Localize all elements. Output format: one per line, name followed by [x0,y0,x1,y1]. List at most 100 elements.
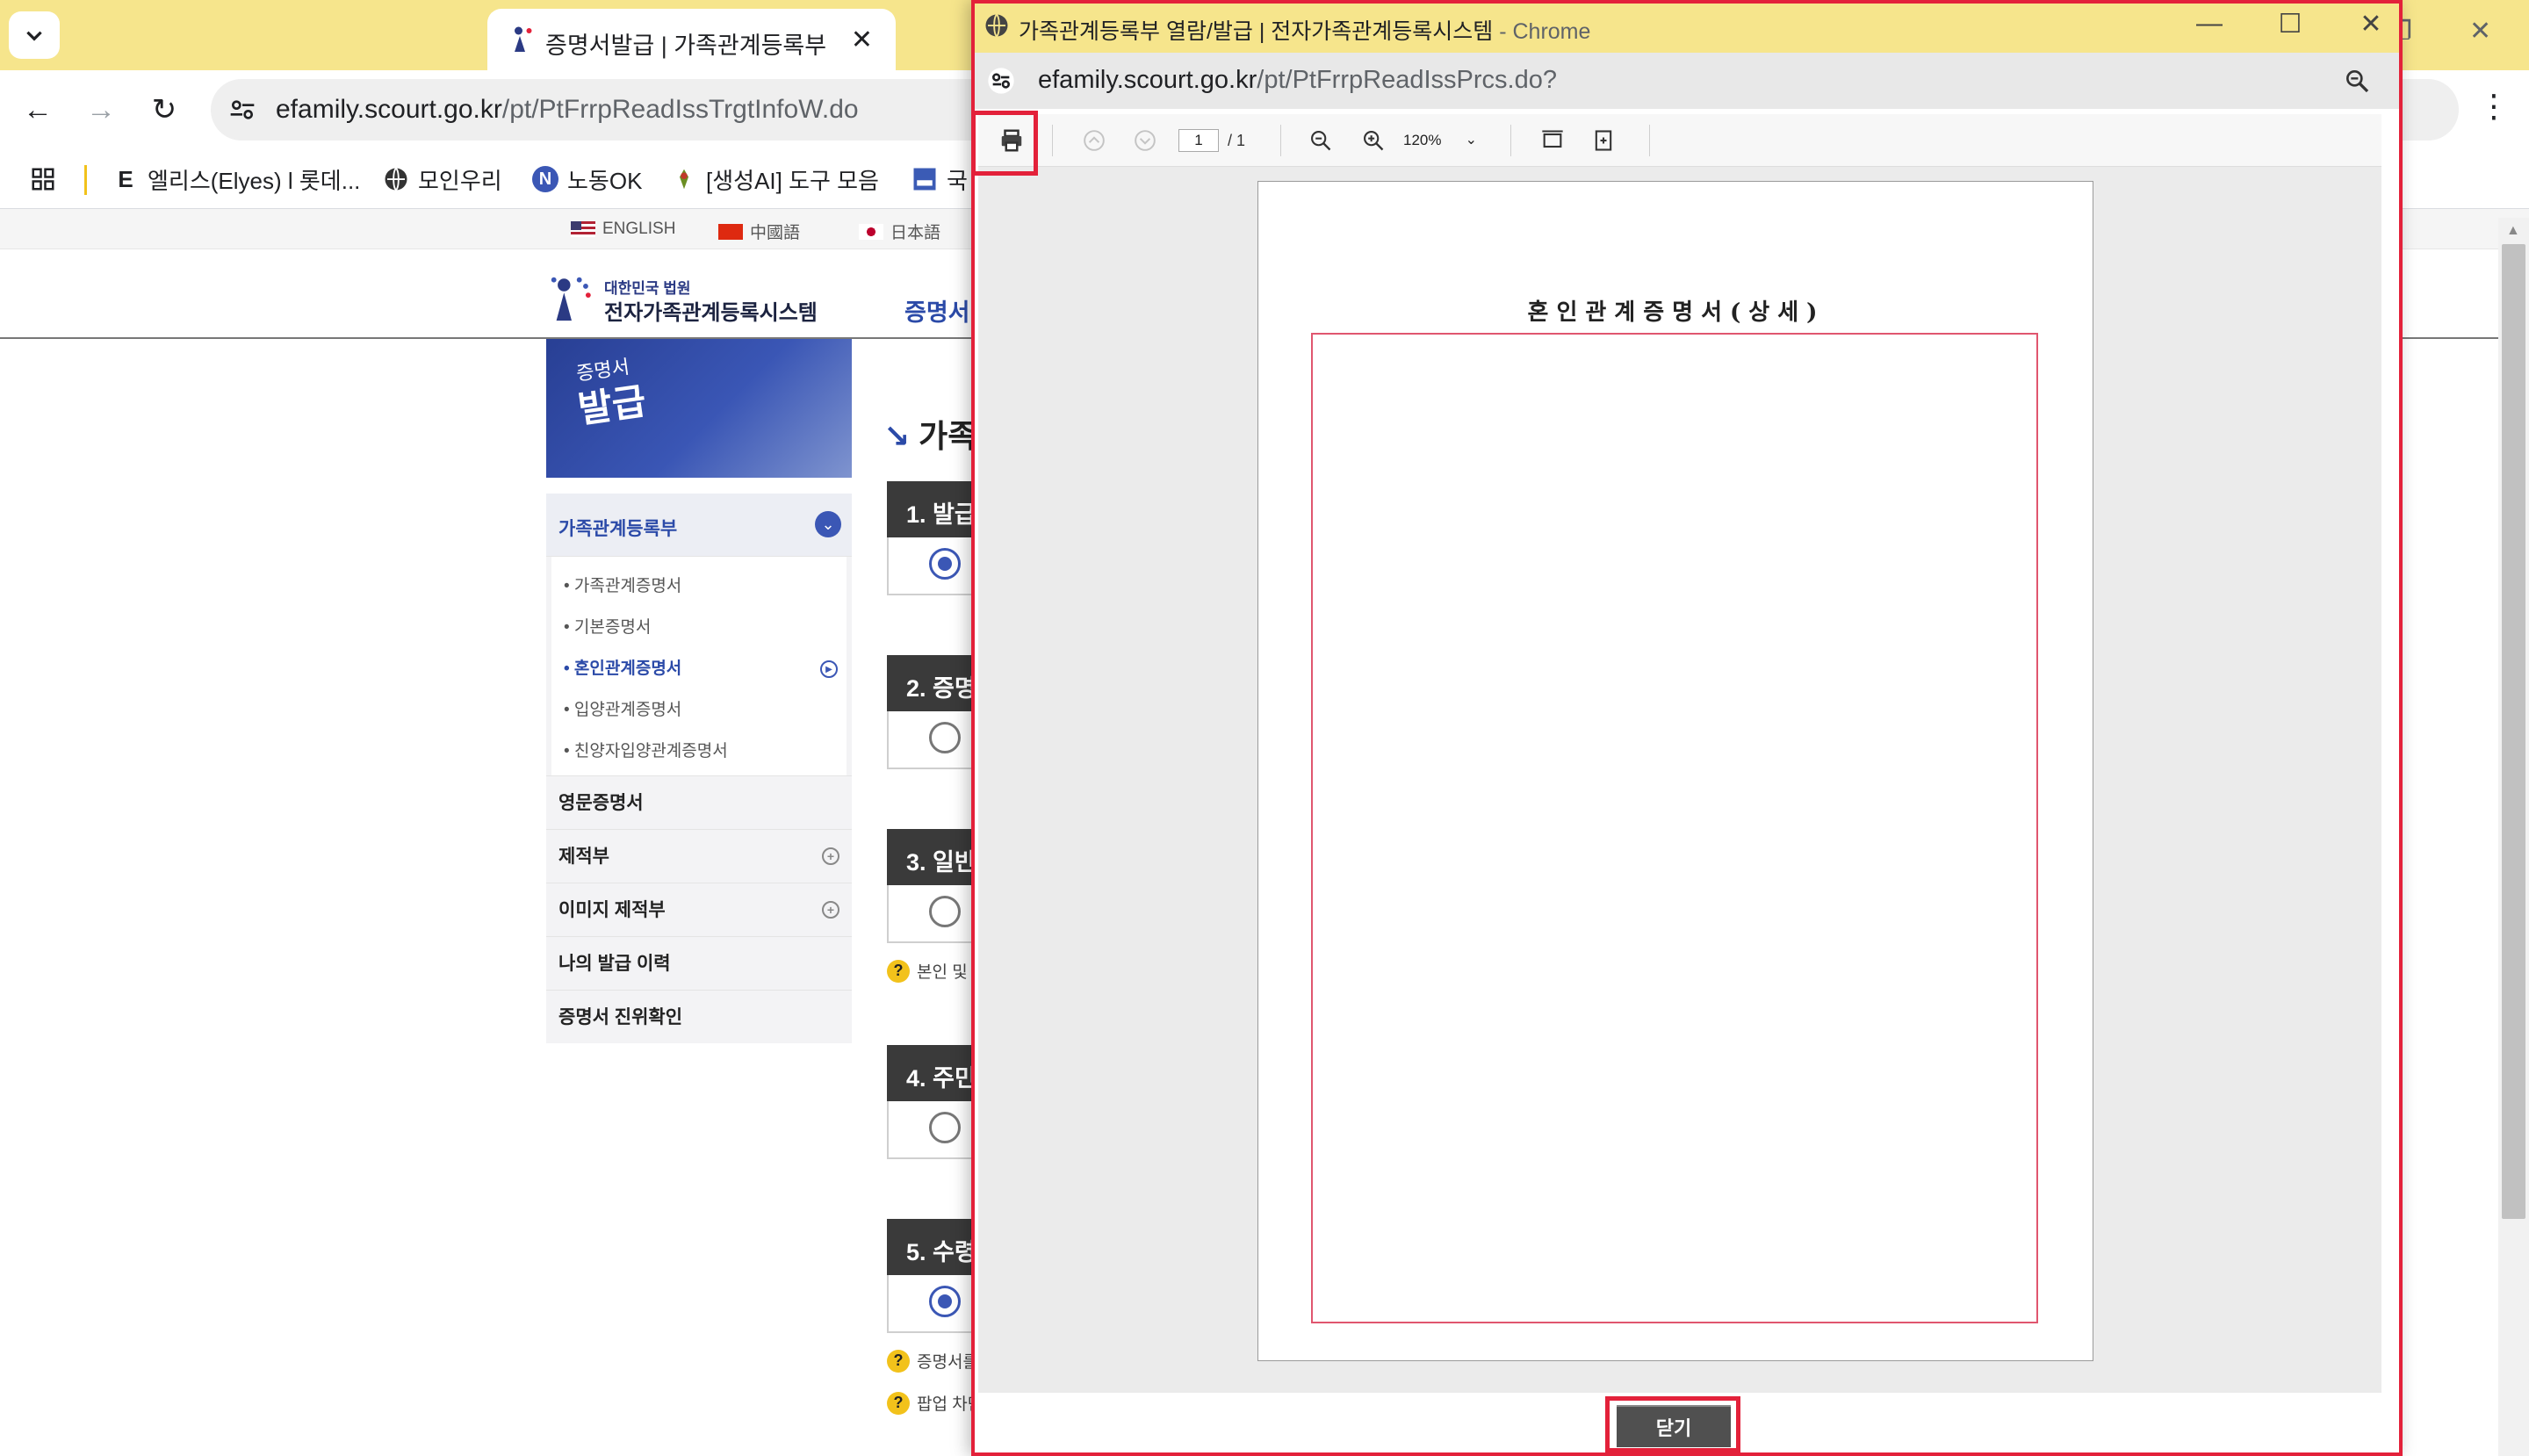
scrollbar-thumb[interactable] [2502,244,2525,1219]
certificate-banner: 증명서 발급 [546,339,852,478]
globe-icon [385,167,407,191]
chevron-down-icon: ⌄ [1465,133,1477,148]
court-emblem-icon [551,277,591,321]
popup-close-icon[interactable]: ✕ [2353,9,2388,40]
zoom-out-icon [1311,131,1331,151]
page-scrollbar[interactable]: ▲ [2498,218,2529,1456]
toolbar-divider [1280,125,1281,156]
reload-icon[interactable]: ↻ [142,88,186,132]
page-total: / 1 [1228,132,1246,149]
step-5: 5. 수령 [887,1219,975,1333]
window-close-icon[interactable]: ✕ [2469,16,2491,47]
maximize-icon[interactable]: ☐ [2273,9,2308,40]
bookmark-elyes[interactable]: E 엘리스(Elyes) l 롯데... [112,162,360,197]
close-button[interactable]: 닫기 [1617,1405,1731,1447]
bookmark-partial[interactable]: 국 [911,162,968,197]
page-number-input[interactable]: 1 [1178,129,1219,152]
zoom-out-button[interactable] [1305,125,1337,156]
zoom-in-icon [1364,131,1384,151]
zoom-magnifier-icon[interactable] [2343,67,2371,95]
question-icon: ? [887,1349,910,1373]
step-2: 2. 증명 [887,655,975,769]
next-page-button[interactable] [1129,125,1161,156]
sub-item-basic[interactable]: • 기본증명서 [551,607,847,648]
lang-chinese[interactable]: 中國語 [718,220,800,243]
plus-circle-icon: + [822,901,839,919]
prev-page-button[interactable] [1078,125,1110,156]
step-1-radio[interactable] [929,548,961,580]
step-3-radio[interactable] [929,896,961,927]
site-favicon-icon [515,26,532,52]
menu-kebab-icon[interactable]: ⋮ [2478,88,2510,125]
content-title: ↘ 가족 [883,418,977,454]
minimize-icon[interactable]: — [2192,9,2227,39]
tool-icon [680,169,688,190]
step-2-radio[interactable] [929,722,961,753]
step-4-radio[interactable] [929,1112,961,1143]
fit-width-icon [1542,130,1563,148]
printer-icon [1001,129,1022,152]
bookmark-moinuri[interactable]: 모인우리 [383,162,502,197]
active-tab[interactable]: 증명서발급 | 가족관계등록부 | ✕ [487,9,896,70]
site-icon [913,168,936,191]
forward-icon[interactable]: → [79,88,123,132]
sidebar-item-verify[interactable]: 증명서 진위확인 [546,990,852,1043]
sub-item-full-adoption[interactable]: • 친양자입양관계증명서 [551,731,847,772]
document-viewport[interactable]: 혼인관계증명서(상세) [978,167,2381,1393]
lang-japanese[interactable]: 日本語 [859,220,940,243]
bookmark-genai-tools[interactable]: [생성AI] 도구 모음 [671,162,879,197]
help-text-1: ? 본인 및 [887,959,968,983]
nav-certificate[interactable]: 증명서 [904,293,970,328]
lang-english[interactable]: ENGLISH [571,220,675,239]
popup-titlebar: 가족관계등록부 열람/발급 | 전자가족관계등록시스템 - Chrome — ☐… [971,0,2403,53]
sub-menu: • 가족관계증명서 • 기본증명서 • 혼인관계증명서 ▶ • 입양관계증명서 •… [551,557,847,775]
zoom-in-button[interactable] [1358,125,1389,156]
globe-icon [985,13,1008,38]
question-icon: ? [887,1391,910,1415]
print-button[interactable] [996,125,1027,156]
question-icon: ? [887,959,910,983]
sidebar-item-family-register[interactable]: 가족관계등록부 ⌄ [546,494,852,557]
popup-window: 가족관계등록부 열람/발급 | 전자가족관계등록시스템 - Chrome — ☐… [971,0,2403,1456]
popup-address-bar[interactable]: efamily.scourt.go.kr/pt/PtFrrpReadIssPrc… [971,53,2403,109]
scroll-up-icon[interactable]: ▲ [2506,223,2520,239]
sub-item-marriage[interactable]: • 혼인관계증명서 ▶ [551,648,847,689]
logo-title: 전자가족관계등록시스템 [604,301,818,325]
title-mark-icon: ↘ [883,418,911,454]
back-icon[interactable]: ← [16,88,60,132]
url-text: efamily.scourt.go.kr/pt/PtFrrpReadIssTrg… [276,95,859,124]
sidebar-item-removed-register[interactable]: 제적부 + [546,829,852,883]
site-info-icon[interactable] [228,96,256,124]
toolbar-divider [1510,125,1511,156]
bookmark-nodongok[interactable]: N 노동OK [532,162,642,197]
sidebar-item-image-register[interactable]: 이미지 제적부 + [546,883,852,936]
step-4: 4. 주민 [887,1045,975,1159]
fit-width-button[interactable] [1537,125,1568,156]
sidebar-item-my-history[interactable]: 나의 발급 이력 [546,936,852,990]
sub-item-family-relation[interactable]: • 가족관계증명서 [551,566,847,607]
china-flag-icon [718,223,743,240]
step-3: 3. 일반 [887,829,975,943]
tab-search-button[interactable] [9,11,60,59]
apps-icon[interactable] [30,162,56,197]
sidebar: 증명서 발급 가족관계등록부 ⌄ • 가족관계증명서 • 기본증명서 • 혼인관… [546,339,852,1043]
e-icon: E [118,165,133,192]
popup-url-text: efamily.scourt.go.kr/pt/PtFrrpReadIssPrc… [1038,66,1557,94]
court-logo[interactable]: 대한민국 법원 전자가족관계등록시스템 [546,272,818,325]
site-info-icon[interactable] [987,67,1015,95]
popup-title: 가족관계등록부 열람/발급 | 전자가족관계등록시스템 - Chrome [1019,19,1591,44]
n-icon: N [532,166,558,192]
bookmark-divider [84,165,87,195]
tab-title: 증명서발급 | 가족관계등록부 | [545,32,835,59]
zoom-select[interactable]: 120% ⌄ [1400,127,1482,154]
play-circle-icon: ▶ [820,660,838,678]
arrow-down-circle-icon [1135,130,1156,151]
tab-close-icon[interactable]: ✕ [851,25,873,55]
step-5-radio[interactable] [929,1286,961,1317]
sub-item-adoption[interactable]: • 입양관계증명서 [551,689,847,731]
toolbar-divider [1052,125,1053,156]
fit-page-button[interactable] [1588,125,1619,156]
toolbar-divider [1649,125,1650,156]
sidebar-item-english-cert[interactable]: 영문증명서 [546,775,852,829]
help-text-3: ? 팝업 차단 [887,1391,983,1415]
